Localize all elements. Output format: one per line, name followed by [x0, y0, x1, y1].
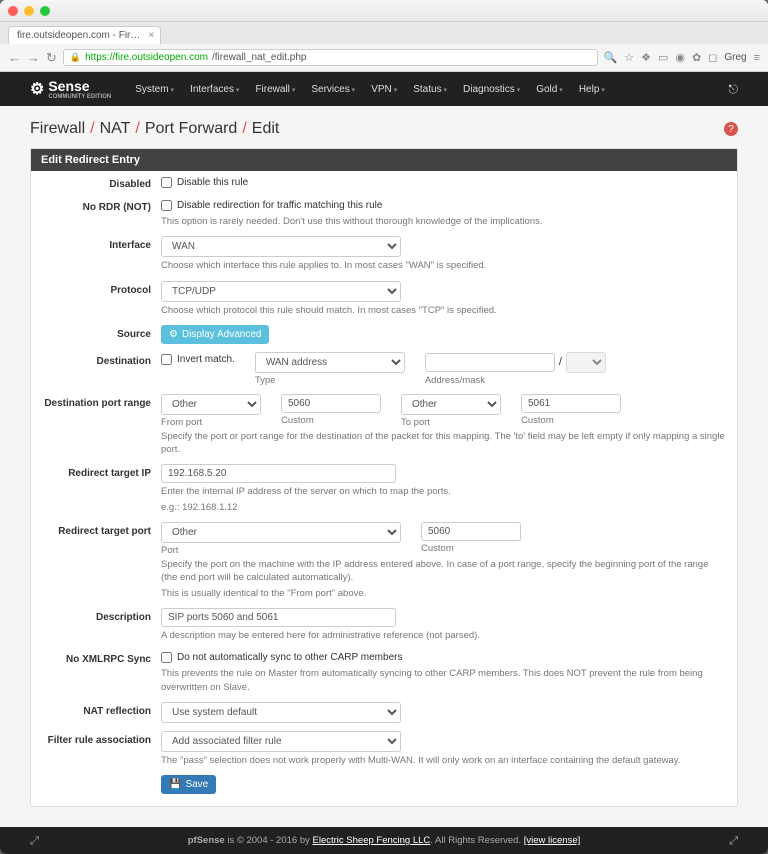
to-port-select[interactable]: Other	[401, 394, 501, 415]
label-dst-port-range: Destination port range	[41, 394, 151, 457]
maximize-window-icon[interactable]	[40, 6, 50, 16]
browser-tab[interactable]: fire.outsideopen.com - Fir…	[8, 26, 161, 44]
breadcrumb-item[interactable]: NAT	[100, 120, 131, 138]
url-bar[interactable]: 🔒 https://fire.outsideopen.com/firewall_…	[63, 49, 598, 66]
logout-icon[interactable]: ⎋	[729, 82, 739, 97]
label-destination: Destination	[41, 352, 151, 386]
ext-icon-3[interactable]: ◉	[675, 51, 685, 64]
label-nat-reflection: NAT reflection	[41, 702, 151, 723]
logo[interactable]: ⚙ SenseCOMMUNITY EDITION	[30, 78, 111, 100]
help-icon[interactable]: ?	[724, 122, 738, 136]
help-text: The "pass" selection does not work prope…	[161, 754, 727, 767]
label-no-sync: No XMLRPC Sync	[41, 650, 151, 694]
nordr-checkbox[interactable]	[161, 200, 172, 211]
from-port-select[interactable]: Other	[161, 394, 261, 415]
window-titlebar	[0, 0, 768, 22]
star-icon[interactable]: ☆	[624, 51, 634, 64]
nav-system[interactable]: System	[127, 84, 182, 95]
gear-icon: ⚙	[169, 329, 178, 340]
reload-icon[interactable]: ↻	[46, 50, 57, 66]
help-text: This prevents the rule on Master from au…	[161, 667, 727, 694]
to-port-custom-input[interactable]	[521, 394, 621, 413]
protocol-select[interactable]: TCP/UDP	[161, 281, 401, 302]
description-input[interactable]	[161, 608, 396, 627]
logo-icon: ⚙	[30, 79, 44, 99]
browser-tabbar: fire.outsideopen.com - Fir…	[0, 22, 768, 44]
dest-mask-select	[566, 352, 606, 373]
user-chip[interactable]: Greg	[724, 52, 746, 63]
nav-firewall[interactable]: Firewall	[247, 84, 303, 95]
browser-toolbar: ← → ↻ 🔒 https://fire.outsideopen.com/fir…	[0, 44, 768, 72]
label-nordr: No RDR (NOT)	[41, 198, 151, 228]
help-text: e.g.: 192.168.1.12	[161, 501, 727, 514]
edit-panel: Edit Redirect Entry Disabled Disable thi…	[30, 148, 738, 807]
breadcrumb: Firewall/ NAT/ Port Forward/ Edit ?	[30, 120, 738, 138]
help-text: Specify the port or port range for the d…	[161, 430, 727, 457]
panel-title: Edit Redirect Entry	[31, 149, 737, 171]
label-source: Source	[41, 325, 151, 344]
save-icon: 💾	[169, 779, 181, 790]
help-text: This option is rarely needed. Don't use …	[161, 215, 727, 228]
label-disabled: Disabled	[41, 175, 151, 190]
display-advanced-button[interactable]: ⚙Display Advanced	[161, 325, 269, 344]
breadcrumb-item: Edit	[252, 120, 280, 138]
redirect-port-select[interactable]: Other	[161, 522, 401, 543]
help-text: Specify the port on the machine with the…	[161, 558, 727, 585]
label-description: Description	[41, 608, 151, 642]
ext-icon-2[interactable]: ▭	[658, 51, 668, 64]
dest-address-input	[425, 353, 555, 372]
ext-icon-5[interactable]: ◻	[708, 51, 717, 64]
filter-assoc-select[interactable]: Add associated filter rule	[161, 731, 401, 752]
footer-link[interactable]: Electric Sheep Fencing LLC	[313, 835, 431, 846]
label-redirect-ip: Redirect target IP	[41, 464, 151, 514]
label-interface: Interface	[41, 236, 151, 272]
help-text: A description may be entered here for ad…	[161, 629, 727, 642]
minimize-window-icon[interactable]	[24, 6, 34, 16]
breadcrumb-item[interactable]: Firewall	[30, 120, 85, 138]
redirect-ip-input[interactable]	[161, 464, 396, 483]
nosync-checkbox[interactable]	[161, 652, 172, 663]
interface-select[interactable]: WAN	[161, 236, 401, 257]
help-text: Choose which interface this rule applies…	[161, 259, 727, 272]
nav-status[interactable]: Status	[405, 84, 455, 95]
close-window-icon[interactable]	[8, 6, 18, 16]
forward-icon[interactable]: →	[27, 50, 40, 65]
help-text: This is usually identical to the "From p…	[161, 587, 727, 600]
ext-icon-1[interactable]: ❖	[641, 51, 651, 64]
help-text: Choose which protocol this rule should m…	[161, 304, 727, 317]
back-icon[interactable]: ←	[8, 50, 21, 65]
label-redirect-port: Redirect target port	[41, 522, 151, 600]
nav-help[interactable]: Help	[571, 84, 613, 95]
disabled-checkbox[interactable]	[161, 177, 172, 188]
nav-vpn[interactable]: VPN	[363, 84, 405, 95]
redirect-port-custom-input[interactable]	[421, 522, 521, 541]
license-link[interactable]: [view license]	[524, 835, 581, 846]
breadcrumb-item[interactable]: Port Forward	[145, 120, 237, 138]
label-protocol: Protocol	[41, 281, 151, 317]
footer-top-icon[interactable]: ⤢	[729, 835, 738, 848]
menu-icon[interactable]: ≡	[754, 52, 760, 64]
invert-match-checkbox[interactable]	[161, 354, 172, 365]
save-button[interactable]: 💾Save	[161, 775, 216, 794]
nat-reflection-select[interactable]: Use system default	[161, 702, 401, 723]
help-text: Enter the internal IP address of the ser…	[161, 485, 727, 498]
nav-diagnostics[interactable]: Diagnostics	[455, 84, 528, 95]
footer: ⤢ pfSense is © 2004 - 2016 by Electric S…	[0, 827, 768, 854]
search-icon[interactable]: 🔍	[604, 51, 618, 64]
lock-icon: 🔒	[70, 52, 81, 63]
label-filter-assoc: Filter rule association	[41, 731, 151, 767]
from-port-custom-input[interactable]	[281, 394, 381, 413]
footer-expand-icon[interactable]: ⤢	[30, 835, 39, 848]
dest-type-select[interactable]: WAN address	[255, 352, 405, 373]
nav-services[interactable]: Services	[303, 84, 363, 95]
nav-gold[interactable]: Gold	[528, 84, 571, 95]
ext-icon-4[interactable]: ✿	[692, 51, 701, 64]
nav-interfaces[interactable]: Interfaces	[182, 84, 247, 95]
app-navbar: ⚙ SenseCOMMUNITY EDITION System Interfac…	[0, 72, 768, 106]
